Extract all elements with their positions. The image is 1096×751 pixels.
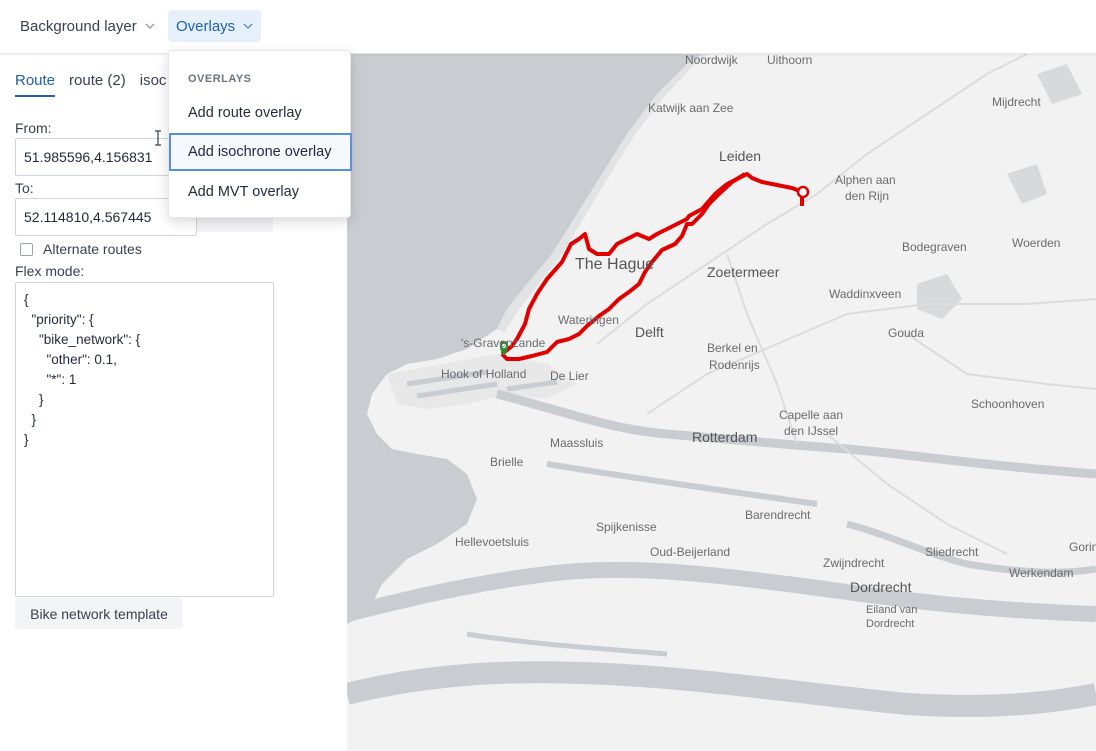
chevron-down-icon xyxy=(145,21,155,32)
tab-route-2[interactable]: route (2) xyxy=(69,72,126,97)
to-label: To: xyxy=(15,180,34,196)
map-view[interactable]: Noordwijk Uithoorn Katwijk aan Zee Mijdr… xyxy=(347,54,1096,751)
place-label: Sliedrecht xyxy=(925,545,979,559)
haringvliet-water xyxy=(347,561,1096,622)
add-route-overlay-item[interactable]: Add route overlay xyxy=(169,94,352,132)
place-label: Bodegraven xyxy=(902,240,967,254)
place-label: Oud-Beijerland xyxy=(650,545,730,559)
map-canvas[interactable]: Noordwijk Uithoorn Katwijk aan Zee Mijdr… xyxy=(347,54,1096,751)
place-label: Alphen aan xyxy=(835,173,896,187)
lake xyxy=(917,274,962,319)
inlet-water xyxy=(466,631,668,657)
place-label: Noordwijk xyxy=(685,54,739,67)
place-label: Dordrecht xyxy=(850,579,912,595)
place-label: Uithoorn xyxy=(767,54,812,67)
place-label: Werkendam xyxy=(1009,566,1073,580)
overlays-label: Overlays xyxy=(176,17,236,35)
place-label: Mijdrecht xyxy=(992,95,1041,109)
add-mvt-overlay-item[interactable]: Add MVT overlay xyxy=(169,173,352,211)
flex-mode-editor[interactable]: { "priority": { "bike_network": { "other… xyxy=(15,282,274,597)
place-label: The Hague xyxy=(575,256,654,273)
place-label: Spijkenisse xyxy=(596,520,657,534)
place-label: Rotterdam xyxy=(692,429,757,445)
from-label: From: xyxy=(15,120,52,136)
chevron-down-icon xyxy=(243,21,253,32)
place-label: Schoonhoven xyxy=(971,397,1044,411)
alternate-routes-checkbox[interactable] xyxy=(20,243,33,256)
place-label: Leiden xyxy=(719,148,761,164)
place-label: Zoetermeer xyxy=(707,264,780,280)
place-label: Capelle aan xyxy=(779,408,843,422)
lake xyxy=(1037,64,1082,104)
tab-isochrone[interactable]: isoc xyxy=(140,72,167,97)
place-label: Brielle xyxy=(490,455,524,469)
place-label: Maassluis xyxy=(550,436,603,450)
place-label: Eiland van xyxy=(866,604,917,616)
place-label: Barendrecht xyxy=(745,508,811,522)
oude-maas-river xyxy=(546,461,818,507)
place-label: Wateringen xyxy=(558,313,619,327)
tab-route[interactable]: Route xyxy=(15,72,56,97)
background-layer-dropdown[interactable]: Background layer xyxy=(12,10,163,42)
background-layer-label: Background layer xyxy=(20,17,137,35)
place-label: den IJssel xyxy=(784,424,838,438)
top-toolbar: Background layer Overlays xyxy=(0,0,1096,54)
lake xyxy=(1007,164,1047,204)
text-cursor-icon xyxy=(155,130,161,146)
place-label: Katwijk aan Zee xyxy=(648,101,734,115)
place-label: Gorin xyxy=(1069,540,1096,554)
highway xyxy=(906,333,1096,390)
alternate-routes-label: Alternate routes xyxy=(43,241,142,257)
hollands-diep-water xyxy=(347,661,1096,717)
overlays-dropdown[interactable]: Overlays xyxy=(168,10,262,42)
place-label: den Rijn xyxy=(845,189,889,203)
flex-mode-label: Flex mode: xyxy=(15,263,85,279)
place-label: Waddinxveen xyxy=(829,287,901,301)
place-label: Delft xyxy=(635,324,664,340)
place-label: De Lier xyxy=(550,369,589,383)
overlays-menu-title: OVERLAYS xyxy=(188,73,252,85)
add-isochrone-overlay-item[interactable]: Add isochrone overlay xyxy=(169,133,352,171)
place-label: Berkel en xyxy=(707,341,758,355)
bike-network-template-button[interactable]: Bike network template xyxy=(15,598,183,629)
place-label: Hellevoetsluis xyxy=(455,535,529,549)
place-label: Gouda xyxy=(888,326,924,340)
place-label: Hook of Holland xyxy=(441,367,526,381)
place-label: Dordrecht xyxy=(866,618,914,630)
overlays-menu: OVERLAYS Add route overlay Add isochrone… xyxy=(168,50,352,218)
end-marker-icon[interactable] xyxy=(796,185,810,199)
place-label: Woerden xyxy=(1012,236,1060,250)
sidebar-tabs: Route route (2) isoc xyxy=(15,72,166,97)
place-label: 's-Gravenzande xyxy=(461,336,546,350)
place-label: Rodenrijs xyxy=(709,358,760,372)
place-label: Zwijndrecht xyxy=(823,556,885,570)
